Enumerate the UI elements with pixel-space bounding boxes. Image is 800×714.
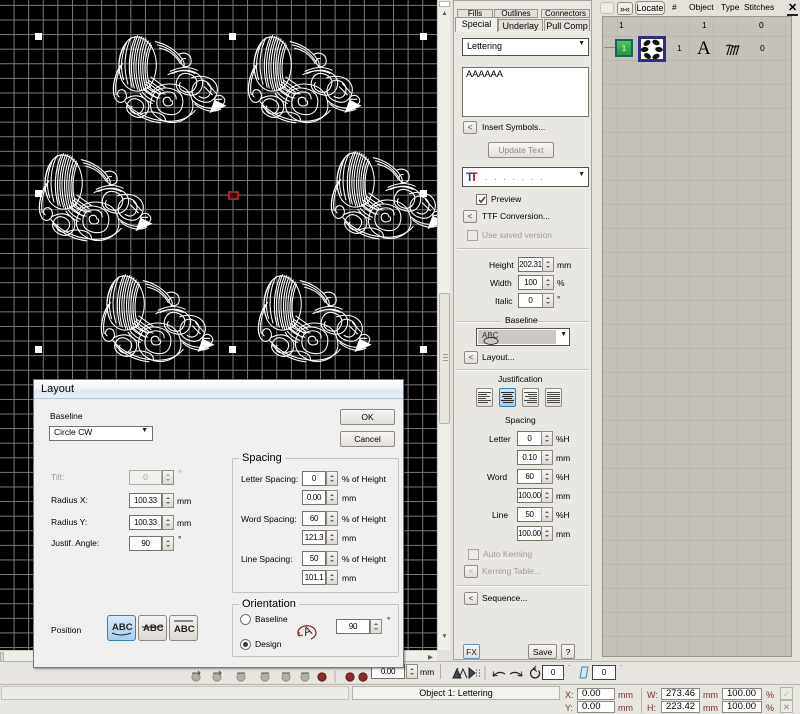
svg-text:ABC: ABC [143, 623, 164, 634]
svg-text:ABC: ABC [174, 624, 195, 635]
svg-text:ABC: ABC [112, 622, 133, 633]
